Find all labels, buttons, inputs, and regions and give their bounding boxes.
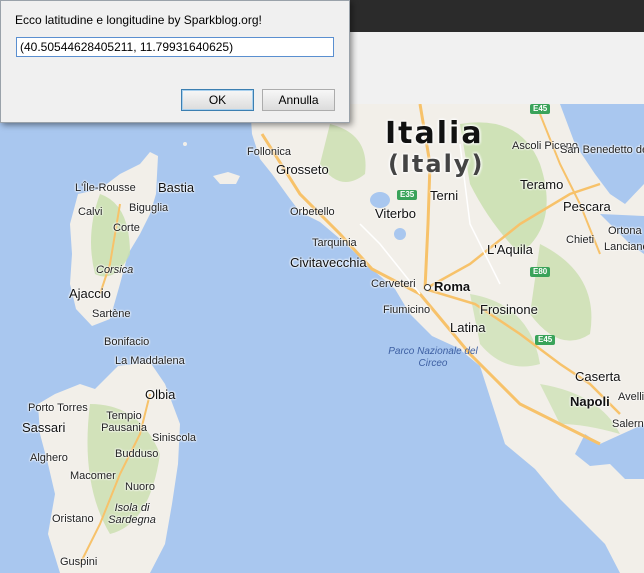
place-label: Napoli: [570, 394, 610, 409]
city-marker: [424, 284, 431, 291]
place-label: L'Île-Rousse: [75, 182, 136, 194]
place-label: Pescara: [563, 199, 611, 214]
place-label: Caserta: [575, 369, 621, 384]
place-label: Follonica: [247, 146, 292, 158]
place-label: San Benedetto del Tronto: [560, 144, 644, 156]
region-label: Isola di Sardegna: [108, 502, 156, 526]
place-label: Nuoro: [125, 481, 155, 493]
place-label: Frosinone: [480, 302, 538, 317]
place-label: Avellino: [618, 391, 644, 403]
coordinates-input[interactable]: [16, 37, 334, 57]
ok-button[interactable]: OK: [181, 89, 254, 111]
place-label: Bonifacio: [104, 336, 150, 348]
place-label: Civitavecchia: [290, 255, 367, 270]
place-label: La Maddalena: [115, 355, 185, 367]
place-label: Tarquinia: [312, 237, 357, 249]
cancel-button[interactable]: Annulla: [262, 89, 335, 111]
place-label: Calvi: [78, 206, 103, 218]
place-label: Olbia: [145, 387, 176, 402]
dialog-message: Ecco latitudine e longitudine by Sparkbl…: [15, 13, 262, 27]
place-label: Viterbo: [375, 206, 416, 221]
place-label-capital: Roma: [434, 279, 471, 294]
place-label: Corte: [113, 222, 140, 234]
google-map[interactable]: Italia (Italy) Follonica Grosseto Orbete…: [0, 104, 644, 573]
prompt-dialog: Ecco latitudine e longitudine by Sparkbl…: [0, 0, 350, 123]
highway-shield: E80: [530, 267, 551, 277]
place-label: Siniscola: [152, 432, 197, 444]
park-label: Parco Nazionale del Circeo: [388, 346, 478, 369]
place-label: Terni: [430, 188, 459, 203]
place-label: Lanciano: [604, 241, 644, 253]
place-label: Macomer: [70, 470, 116, 482]
highway-shield: E45: [535, 335, 556, 345]
place-label: Sartène: [92, 308, 131, 320]
place-label: Tempio Pausania: [101, 410, 147, 434]
place-label: Ortona: [608, 225, 642, 237]
highway-shield: E45: [530, 104, 551, 114]
place-label: Alghero: [30, 452, 68, 464]
place-label: Ajaccio: [69, 286, 111, 301]
place-label: Bastia: [158, 180, 195, 195]
place-label: Orbetello: [290, 206, 335, 218]
place-label: Latina: [450, 320, 486, 335]
highway-shield: E35: [397, 190, 418, 200]
place-label: Salerno: [612, 418, 644, 430]
place-label: Teramo: [520, 177, 564, 192]
place-label: Grosseto: [276, 162, 329, 177]
region-label: Corsica: [96, 264, 134, 276]
place-label: Chieti: [566, 234, 595, 246]
place-label: Oristano: [52, 513, 94, 525]
place-label: Sassari: [22, 420, 66, 435]
country-label-en: (Italy): [388, 150, 485, 178]
place-label: Guspini: [60, 556, 98, 568]
place-label: L'Aquila: [487, 242, 533, 257]
place-label: Porto Torres: [28, 402, 88, 414]
country-label: Italia: [385, 116, 484, 151]
place-label: Cerveteri: [371, 278, 416, 290]
place-label: Biguglia: [129, 202, 169, 214]
place-label: Fiumicino: [383, 304, 431, 316]
place-label: Budduso: [115, 448, 159, 460]
